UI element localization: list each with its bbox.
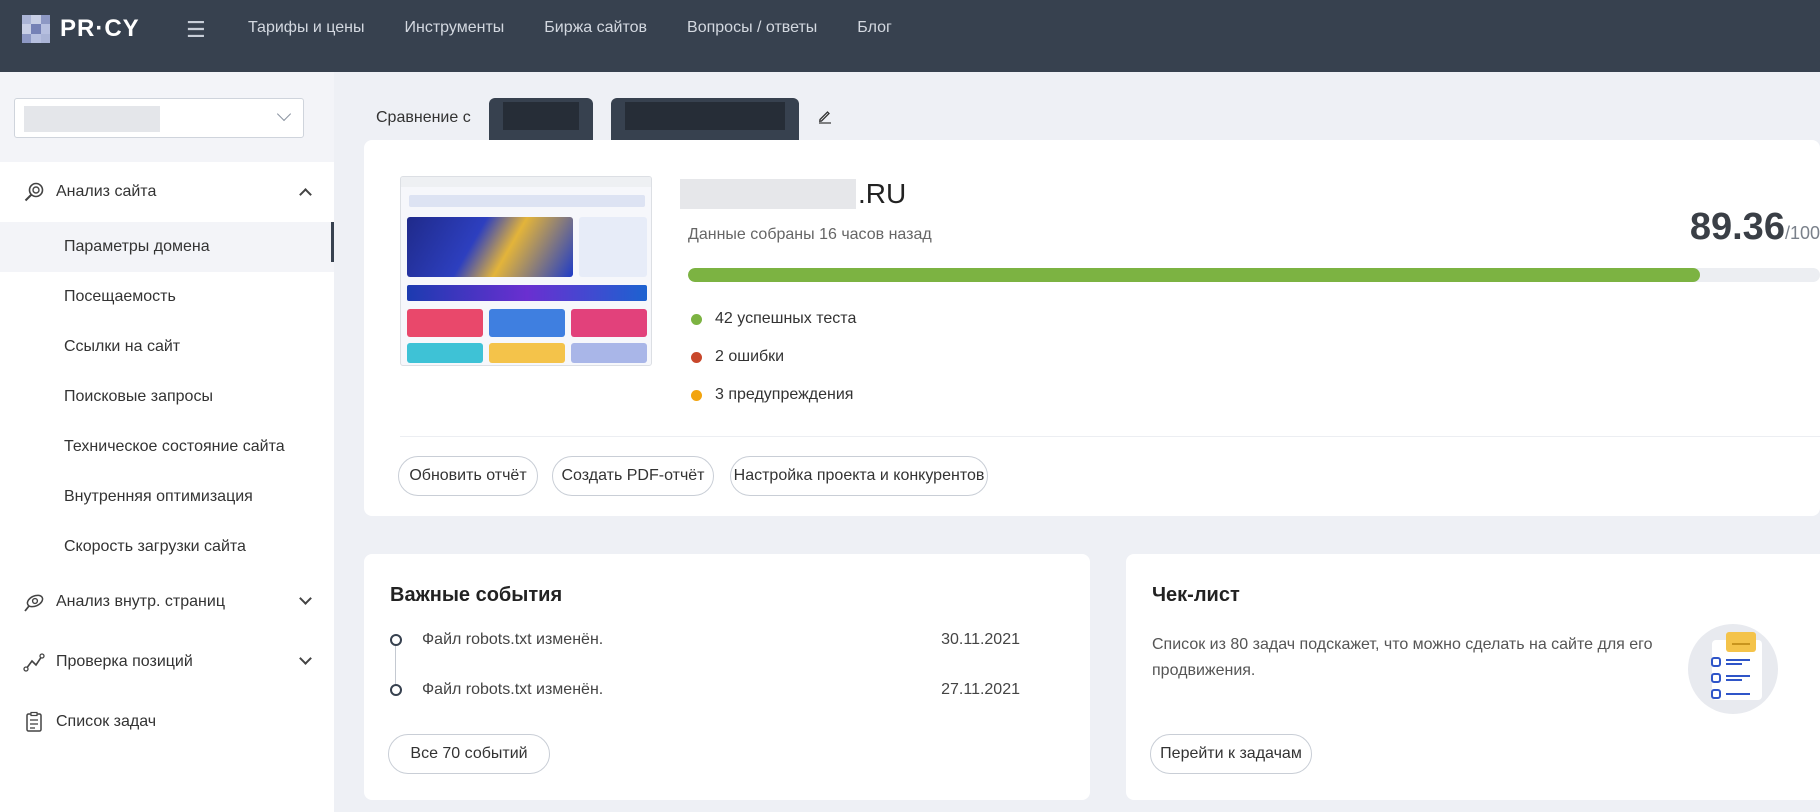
warning-dot-icon	[691, 389, 702, 401]
important-events-card: Важные события Файл robots.txt изменён. …	[364, 554, 1090, 800]
stat-warnings-label: 3 предупреждения	[715, 386, 854, 403]
event-text: Файл robots.txt изменён.	[422, 631, 604, 648]
checklist-description: Список из 80 задач подскажет, что можно …	[1152, 636, 1653, 679]
event-text: Файл robots.txt изменён.	[422, 681, 604, 698]
nav-link-tools[interactable]: Инструменты	[405, 19, 505, 37]
stat-errors[interactable]: 2 ошибки	[688, 338, 856, 376]
test-stats: 42 успешных теста 2 ошибки 3 предупрежде…	[688, 300, 856, 414]
domain-name-redacted	[680, 179, 856, 209]
timeline-dot-icon	[390, 684, 402, 696]
hamburger-menu-icon[interactable]: ☰	[186, 17, 206, 43]
divider	[400, 436, 1820, 437]
project-settings-button[interactable]: Настройка проекта и конкурентов	[730, 456, 988, 496]
chevron-up-icon	[299, 188, 312, 201]
compare-label: Сравнение с	[376, 109, 471, 126]
score-max: /100	[1784, 223, 1820, 243]
competitor-name-redacted	[624, 102, 785, 130]
all-events-button[interactable]: Все 70 событий	[388, 734, 550, 774]
sidebar-group-label: Анализ сайта	[56, 183, 157, 200]
chevron-down-icon	[299, 652, 312, 665]
event-date: 27.11.2021	[941, 681, 1020, 698]
positions-icon	[22, 650, 46, 674]
sidebar-item-traffic[interactable]: Посещаемость	[0, 272, 334, 322]
checklist-title: Чек-лист	[1152, 584, 1240, 606]
logo[interactable]: PR·CY	[22, 15, 140, 43]
sidebar-item-internal-optimization[interactable]: Внутренняя оптимизация	[0, 472, 334, 522]
site-select-value-redacted	[24, 106, 160, 132]
score-value: 89.36	[1689, 206, 1785, 248]
main-nav: Тарифы и цены Инструменты Биржа сайтов В…	[248, 0, 932, 56]
domain-overview-card: .RU Данные собраны 16 часов назад 89.36/…	[364, 140, 1820, 516]
go-to-tasks-button[interactable]: Перейти к задачам	[1150, 734, 1312, 774]
stat-errors-label: 2 ошибки	[715, 348, 785, 365]
chevron-down-icon	[276, 106, 292, 122]
site-select[interactable]	[14, 98, 304, 138]
sidebar-group-pages-analysis[interactable]: Анализ внутр. страниц	[0, 572, 334, 632]
logo-text: PR·CY	[60, 15, 140, 42]
sidebar: Анализ сайта Параметры домена Посещаемос…	[0, 72, 334, 812]
score-progress-fill	[688, 268, 1700, 282]
chevron-down-icon	[299, 592, 312, 605]
sidebar-group-label: Проверка позиций	[56, 653, 193, 670]
compare-tab-competitor-1[interactable]	[488, 98, 593, 140]
stat-success[interactable]: 42 успешных теста	[688, 300, 856, 338]
timeline-dot-icon	[390, 634, 402, 646]
sidebar-item-backlinks[interactable]: Ссылки на сайт	[0, 322, 334, 372]
sidebar-group-site-analysis[interactable]: Анализ сайта	[0, 162, 334, 222]
site-screenshot-thumbnail[interactable]	[400, 176, 652, 366]
pencil-edit-icon[interactable]	[817, 108, 833, 129]
sidebar-item-load-speed[interactable]: Скорость загрузки сайта	[0, 522, 334, 572]
refresh-report-button[interactable]: Обновить отчёт	[398, 456, 538, 496]
checklist-card: Чек-лист Список из 80 задач подскажет, ч…	[1126, 554, 1820, 800]
pages-analysis-icon	[22, 590, 46, 614]
event-item[interactable]: Файл robots.txt изменён. 27.11.2021	[390, 678, 1020, 702]
site-select-area	[0, 72, 334, 162]
sidebar-group-label: Список задач	[56, 713, 157, 730]
compare-tab-competitor-2[interactable]	[610, 98, 799, 140]
top-bar: PR·CY ☰ Тарифы и цены Инструменты Биржа …	[0, 0, 1820, 72]
site-score: 89.36/100	[1690, 206, 1820, 249]
compare-bar: Сравнение с	[376, 98, 833, 140]
competitor-name-redacted	[502, 102, 579, 130]
error-dot-icon	[691, 351, 702, 363]
sidebar-group-label: Анализ внутр. страниц	[56, 593, 225, 610]
event-date: 30.11.2021	[941, 631, 1020, 648]
events-title: Важные события	[390, 584, 563, 606]
success-dot-icon	[691, 313, 702, 325]
clipboard-checklist-icon	[1688, 624, 1778, 714]
event-item[interactable]: Файл robots.txt изменён. 30.11.2021	[390, 628, 1020, 652]
stat-warnings[interactable]: 3 предупреждения	[688, 376, 856, 414]
create-pdf-button[interactable]: Создать PDF-отчёт	[552, 456, 714, 496]
sidebar-item-search-queries[interactable]: Поисковые запросы	[0, 372, 334, 422]
sidebar-item-tech-state[interactable]: Техническое состояние сайта	[0, 422, 334, 472]
sidebar-group-positions[interactable]: Проверка позиций	[0, 632, 334, 692]
domain-name: .RU	[680, 178, 906, 210]
data-collected-time: Данные собраны 16 часов назад	[688, 226, 932, 243]
search-analysis-icon	[22, 180, 46, 204]
nav-link-qa[interactable]: Вопросы / ответы	[687, 19, 817, 37]
stat-success-label: 42 успешных теста	[715, 310, 857, 327]
logo-icon	[22, 15, 50, 43]
nav-link-pricing[interactable]: Тарифы и цены	[248, 19, 365, 37]
sidebar-item-domain-params[interactable]: Параметры домена	[0, 222, 334, 272]
sidebar-group-task-list[interactable]: Список задач	[0, 692, 334, 752]
nav-link-exchange[interactable]: Биржа сайтов	[544, 19, 647, 37]
domain-suffix: .RU	[858, 178, 907, 209]
nav-link-blog[interactable]: Блог	[857, 19, 892, 37]
score-progress-bar	[688, 268, 1820, 282]
checklist-icon	[22, 710, 46, 734]
